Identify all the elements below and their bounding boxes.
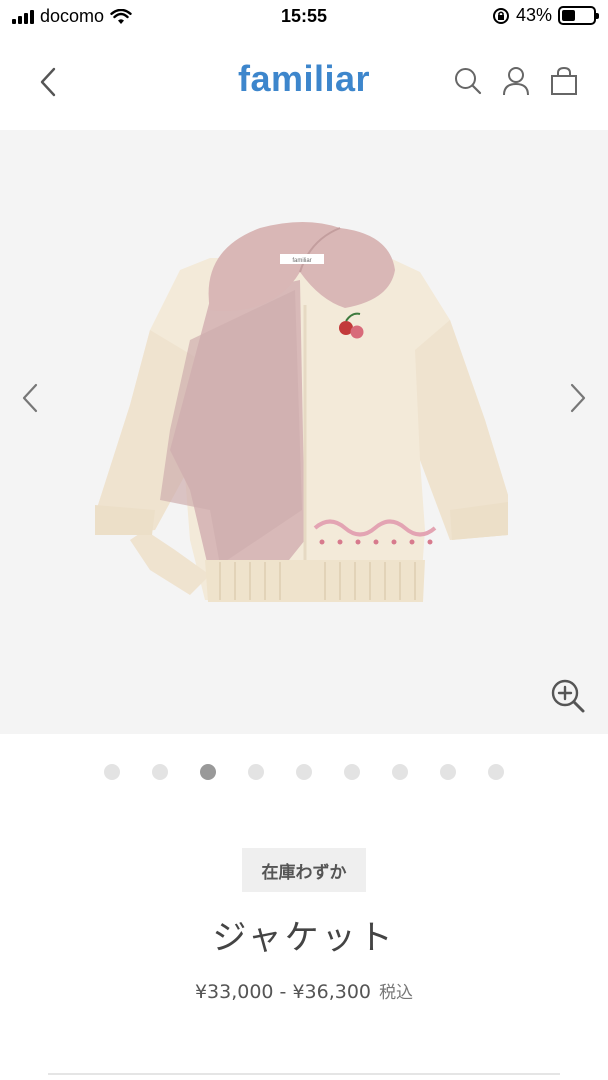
gallery-pagination (0, 764, 608, 780)
pagination-dot[interactable] (200, 764, 216, 780)
app-header: familiar (0, 44, 608, 120)
product-image: familiar (95, 222, 508, 602)
pagination-dot[interactable] (104, 764, 120, 780)
gallery-next-button[interactable] (558, 378, 598, 418)
user-icon (503, 67, 529, 96)
product-name: ジャケット (212, 918, 396, 958)
product-price: ¥33,000 - ¥36,300 税込 (0, 978, 608, 1003)
shopping-bag-icon (551, 66, 577, 95)
pagination-dot[interactable] (248, 764, 264, 780)
divider (48, 1073, 560, 1075)
cart-button[interactable] (548, 64, 580, 98)
pagination-dot[interactable] (344, 764, 360, 780)
pagination-dot[interactable] (296, 764, 312, 780)
pagination-dot[interactable] (488, 764, 504, 780)
price-range: ¥33,000 - ¥36,300 (194, 981, 372, 1003)
status-bar: docomo 15:55 43% (0, 0, 608, 34)
battery-percent: 43% (515, 5, 552, 25)
chevron-right-icon (570, 383, 586, 413)
orientation-lock-icon (492, 7, 509, 24)
garment-label: familiar (292, 258, 311, 264)
account-button[interactable] (500, 64, 532, 98)
product-image-gallery[interactable]: familiar (0, 130, 608, 734)
tax-label: 税込 (379, 983, 414, 1003)
pagination-dot[interactable] (152, 764, 168, 780)
search-button[interactable] (452, 64, 484, 98)
stock-badge: 在庫わずか (242, 848, 366, 892)
chevron-left-icon (22, 383, 38, 413)
battery-icon (558, 6, 599, 25)
search-icon (455, 68, 482, 95)
gallery-prev-button[interactable] (10, 378, 50, 418)
zoom-in-icon (551, 679, 585, 713)
pagination-dot[interactable] (440, 764, 456, 780)
zoom-button[interactable] (548, 676, 588, 716)
pagination-dot[interactable] (392, 764, 408, 780)
